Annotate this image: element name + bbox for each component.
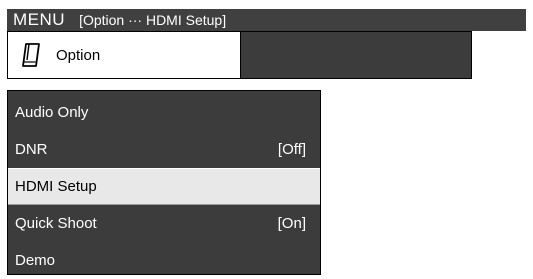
option-list: Audio Only DNR [Off] HDMI Setup Quick Sh… — [7, 90, 321, 275]
tab-row: Option — [7, 31, 472, 79]
tab-option-label: Option — [56, 46, 101, 64]
menu-item-dnr[interactable]: DNR [Off] — [8, 131, 320, 168]
menu-item-value: [Off] — [277, 141, 306, 158]
tab-option[interactable]: Option — [7, 31, 241, 79]
menu-item-label: Audio Only — [15, 104, 89, 121]
menu-item-quick-shoot[interactable]: Quick Shoot [On] — [8, 205, 320, 242]
tab-empty-slot — [241, 31, 472, 79]
remote-icon — [20, 42, 42, 68]
menu-header-bar: MENU [Option ··· HDMI Setup] — [7, 9, 526, 31]
menu-item-label: Quick Shoot — [15, 215, 97, 232]
menu-item-label: Demo — [15, 252, 56, 269]
menu-breadcrumb: [Option ··· HDMI Setup] — [79, 12, 227, 28]
menu-item-value: [On] — [277, 215, 306, 232]
menu-title: MENU — [13, 10, 66, 29]
menu-item-label: DNR — [15, 141, 48, 158]
menu-item-demo[interactable]: Demo — [8, 242, 320, 279]
menu-item-hdmi-setup[interactable]: HDMI Setup — [8, 168, 320, 205]
menu-item-audio-only[interactable]: Audio Only — [8, 94, 320, 131]
menu-item-label: HDMI Setup — [15, 178, 97, 195]
